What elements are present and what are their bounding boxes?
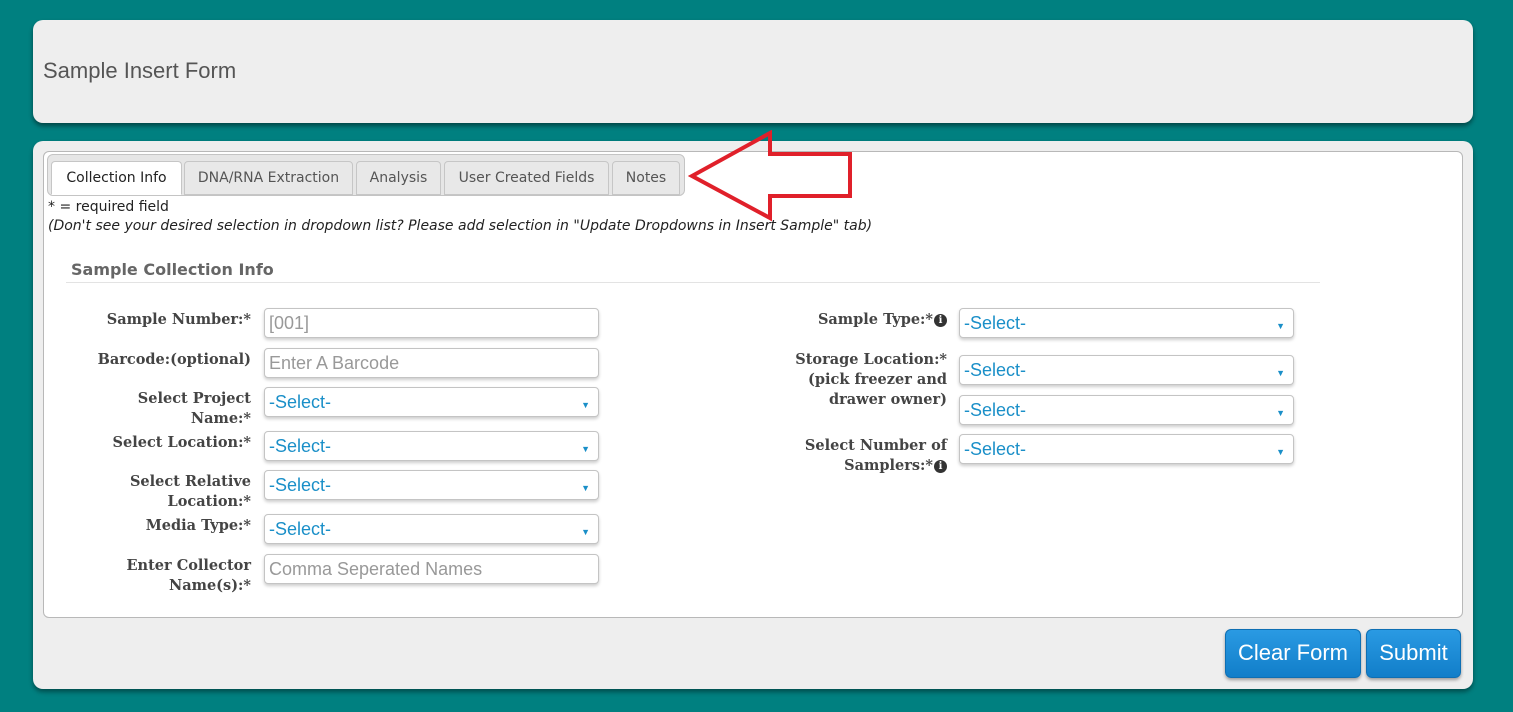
tab-analysis[interactable]: Analysis [356, 161, 441, 195]
project-name-select-value: -Select- [269, 392, 332, 412]
location-select[interactable]: -Select- ▼ [264, 431, 599, 461]
sample-number-input[interactable]: [001] [264, 308, 599, 338]
storage-owner-select-value: -Select- [964, 400, 1027, 420]
sample-type-select[interactable]: -Select- ▼ [959, 308, 1294, 338]
storage-location-label: Storage Location:* (pick freezer and dra… [717, 350, 947, 410]
sample-number-label: Sample Number:* [106, 311, 251, 328]
barcode-input[interactable]: Enter A Barcode [264, 348, 599, 378]
project-name-label-line-1: Select Project [137, 390, 251, 407]
section-title: Sample Collection Info [71, 260, 274, 279]
info-icon[interactable]: i [934, 460, 947, 473]
sample-type-label: Sample Type:* i [717, 310, 947, 330]
barcode-label: Barcode:(optional) [97, 351, 251, 368]
storage-freezer-select-value: -Select- [964, 360, 1027, 380]
left-arrow-annotation-icon [688, 130, 852, 222]
chevron-down-icon: ▼ [581, 527, 590, 537]
header-card: Sample Insert Form [33, 20, 1473, 123]
collector-label: Enter Collector Name(s):* [51, 556, 252, 596]
project-name-label-line-2: Name:* [190, 410, 251, 427]
relative-location-select-value: -Select- [269, 475, 332, 495]
storage-location-label-line-3: drawer owner) [829, 391, 947, 408]
media-type-select-value: -Select- [269, 519, 332, 539]
chevron-down-icon: ▼ [1276, 408, 1285, 418]
storage-freezer-select[interactable]: -Select- ▼ [959, 355, 1294, 385]
tab-collection-info[interactable]: Collection Info [51, 161, 182, 195]
sample-type-label-text: Sample Type:* [817, 311, 933, 328]
collector-label-line-2: Name(s):* [168, 577, 251, 594]
chevron-down-icon: ▼ [581, 444, 590, 454]
samplers-label-line-1: Select Number of [804, 437, 947, 454]
project-name-label: Select Project Name:* [51, 389, 251, 429]
page-title: Sample Insert Form [43, 58, 237, 83]
collector-names-input[interactable]: Comma Seperated Names [264, 554, 599, 584]
chevron-down-icon: ▼ [1276, 321, 1285, 331]
location-label: Select Location:* [112, 434, 251, 451]
samplers-select[interactable]: -Select- ▼ [959, 434, 1294, 464]
tab-bar: Collection Info DNA/RNA Extraction Analy… [47, 154, 685, 196]
tab-dna-rna-extraction[interactable]: DNA/RNA Extraction [184, 161, 353, 195]
media-type-select[interactable]: -Select- ▼ [264, 514, 599, 544]
relative-location-select[interactable]: -Select- ▼ [264, 470, 599, 500]
chevron-down-icon: ▼ [1276, 447, 1285, 457]
location-select-value: -Select- [269, 436, 332, 456]
required-field-note: * = required field [48, 199, 169, 215]
relative-location-label: Select Relative Location:* [51, 472, 251, 512]
collector-label-line-1: Enter Collector [126, 557, 252, 574]
info-icon[interactable]: i [934, 314, 947, 327]
tab-user-created-fields[interactable]: User Created Fields [444, 161, 609, 195]
samplers-label-text: Samplers:* [844, 457, 933, 474]
section-divider [66, 282, 1320, 283]
samplers-select-value: -Select- [964, 439, 1027, 459]
storage-location-label-line-2: (pick freezer and [808, 371, 947, 388]
relative-location-label-line-2: Location:* [167, 493, 251, 510]
chevron-down-icon: ▼ [581, 483, 590, 493]
submit-button[interactable]: Submit [1366, 629, 1461, 678]
samplers-label-line-2: Samplers:* i [717, 456, 947, 476]
project-name-select[interactable]: -Select- ▼ [264, 387, 599, 417]
relative-location-label-line-1: Select Relative [129, 473, 251, 490]
samplers-label: Select Number of Samplers:* i [717, 436, 947, 476]
chevron-down-icon: ▼ [1276, 368, 1285, 378]
storage-owner-select[interactable]: -Select- ▼ [959, 395, 1294, 425]
storage-location-label-line-1: Storage Location:* [795, 351, 947, 368]
chevron-down-icon: ▼ [581, 400, 590, 410]
media-type-label: Media Type:* [145, 517, 251, 534]
main-card: Collection Info DNA/RNA Extraction Analy… [33, 141, 1473, 689]
tab-notes[interactable]: Notes [612, 161, 680, 195]
clear-form-button[interactable]: Clear Form [1225, 629, 1361, 678]
sample-type-select-value: -Select- [964, 313, 1027, 333]
